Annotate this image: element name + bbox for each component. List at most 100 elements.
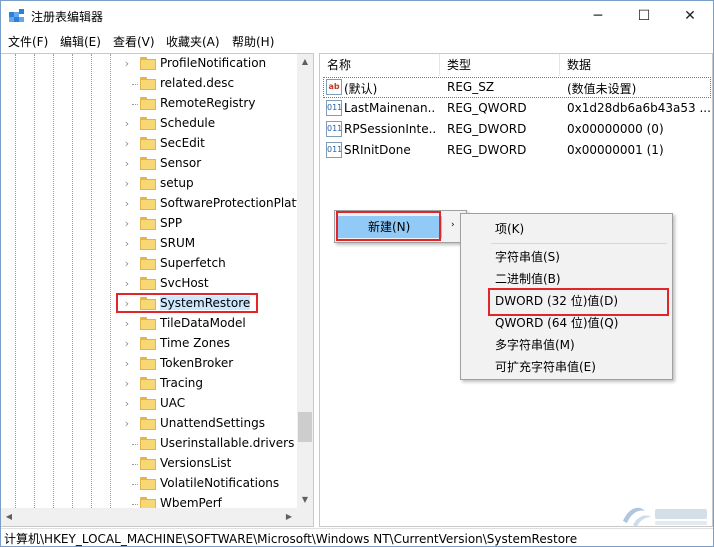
registry-app-icon [9,9,24,22]
folder-icon [140,217,156,230]
tree-item-label: VersionsList [160,456,232,470]
folder-icon [140,57,156,70]
binary-value-icon: 011 [326,121,342,137]
menu-help[interactable]: 帮助(H) [232,33,274,50]
tree-item[interactable]: › Schedule [1,114,297,134]
tree-item[interactable]: › Tracing [1,374,297,394]
folder-icon [140,477,156,490]
tree-item[interactable]: Userinstallable.drivers [1,434,297,454]
expand-chevron-icon[interactable]: › [122,277,132,291]
tree-item-label: SRUM [160,236,196,250]
tree-item[interactable]: › SRUM [1,234,297,254]
menu-bar: 文件(F) 编辑(E) 查看(V) 收藏夹(A) 帮助(H) [1,31,713,51]
expand-chevron-icon[interactable]: › [122,197,132,211]
value-name-cell: RPSessionInte... [344,122,436,136]
tree-connector-line [132,444,138,445]
folder-icon [140,377,156,390]
folder-icon [140,137,156,150]
value-name-cell: LastMainenan... [344,101,436,115]
tree-item[interactable]: › ProfileNotification [1,54,297,74]
status-bar: 计算机\HKEY_LOCAL_MACHINE\SOFTWARE\Microsof… [1,528,713,546]
tree-item[interactable]: RemoteRegistry [1,94,297,114]
menu-edit[interactable]: 编辑(E) [60,33,101,50]
menu-favorites[interactable]: 收藏夹(A) [166,33,220,50]
tree-item[interactable]: › TokenBroker [1,354,297,374]
submenu-item-multi-string[interactable]: 多字符串值(M) [461,334,672,356]
column-header-name[interactable]: 名称 [320,54,440,76]
tree-connector-line [132,484,138,485]
submenu-item-string[interactable]: 字符串值(S) [461,246,672,268]
expand-chevron-icon[interactable]: › [122,257,132,271]
tree-item[interactable]: › UnattendSettings [1,414,297,434]
scroll-thumb[interactable] [298,412,312,442]
expand-chevron-icon[interactable]: › [122,357,132,371]
folder-icon [140,397,156,410]
expand-chevron-icon[interactable]: › [122,217,132,231]
registry-editor-window: 注册表编辑器 ─ ☐ ✕ 文件(F) 编辑(E) 查看(V) 收藏夹(A) 帮助… [0,0,714,547]
expand-chevron-icon[interactable]: › [122,337,132,351]
scroll-up-arrow-icon[interactable]: ▲ [297,54,313,70]
expand-chevron-icon[interactable]: › [122,377,132,391]
value-row[interactable]: 011 SRInitDone REG_DWORD 0x00000001 (1) [320,140,712,161]
tree-item[interactable]: related.desc [1,74,297,94]
column-header-type[interactable]: 类型 [440,54,560,76]
menu-file[interactable]: 文件(F) [8,33,48,50]
scroll-left-arrow-icon[interactable]: ◀ [1,508,17,526]
expand-chevron-icon[interactable]: › [122,397,132,411]
tree-item[interactable]: › setup [1,174,297,194]
scroll-down-arrow-icon[interactable]: ▼ [297,492,313,508]
folder-icon [140,177,156,190]
tree-item[interactable]: › SecEdit [1,134,297,154]
menu-view[interactable]: 查看(V) [113,33,155,50]
folder-icon [140,157,156,170]
key-tree-pane[interactable]: › ProfileNotification related.desc RemoteRe… [1,53,314,527]
window-title: 注册表编辑器 [31,10,104,24]
tree-item[interactable]: VolatileNotifications [1,474,297,494]
binary-value-icon: 011 [326,100,342,116]
tree-item-label: TileDataModel [160,316,246,330]
close-button[interactable]: ✕ [667,1,713,31]
expand-chevron-icon[interactable]: › [122,237,132,251]
folder-icon [140,237,156,250]
tree-item[interactable]: › Superfetch [1,254,297,274]
tree-item-label: ProfileNotification [160,56,267,70]
tree-item[interactable]: › SPP [1,214,297,234]
tree-item[interactable]: › SoftwareProtectionPlatf [1,194,300,214]
new-item-highlight-box [336,211,441,241]
tree-item[interactable]: › SvcHost [1,274,297,294]
tree-item-label: VolatileNotifications [160,476,280,490]
expand-chevron-icon[interactable]: › [122,157,132,171]
submenu-item-expandable-string[interactable]: 可扩充字符串值(E) [461,356,672,378]
value-data-cell: 0x00000001 (1) [567,143,664,157]
scroll-right-arrow-icon[interactable]: ▶ [281,508,297,526]
tree-item-label: SvcHost [160,276,209,290]
tree-item[interactable]: › Sensor [1,154,297,174]
tree-horizontal-scrollbar[interactable]: ◀ ▶ [1,508,297,526]
minimize-button[interactable]: ─ [575,1,621,31]
tree-item[interactable]: › Time Zones [1,334,297,354]
tree-item-label: Sensor [160,156,202,170]
maximize-button[interactable]: ☐ [621,1,667,31]
submenu-item-key[interactable]: 项(K) [461,218,672,240]
value-row[interactable]: 011 LastMainenan... REG_QWORD 0x1d28db6a6b4… [320,98,712,119]
expand-chevron-icon[interactable]: › [122,57,132,71]
tree-item-label: Time Zones [160,336,230,350]
value-name-cell: (默认) [344,82,378,96]
expand-chevron-icon[interactable]: › [122,117,132,131]
systemrestore-highlight-box [116,293,258,313]
column-header-data[interactable]: 数据 [560,54,712,76]
tree-vertical-scrollbar[interactable]: ▲ ▼ [297,54,313,526]
title-bar[interactable]: 注册表编辑器 ─ ☐ ✕ [1,1,713,31]
expand-chevron-icon[interactable]: › [122,317,132,331]
tree-item[interactable]: › TileDataModel [1,314,297,334]
expand-chevron-icon[interactable]: › [122,177,132,191]
expand-chevron-icon[interactable]: › [122,417,132,431]
submenu-item-binary[interactable]: 二进制值(B) [461,268,672,290]
value-type-cell: REG_DWORD [447,122,527,136]
tree-item[interactable]: VersionsList [1,454,297,474]
tree-connector-line [132,464,138,465]
value-row[interactable]: ab (默认) REG_SZ (数值未设置) [320,77,712,98]
tree-item[interactable]: › UAC [1,394,297,414]
expand-chevron-icon[interactable]: › [122,137,132,151]
value-row[interactable]: 011 RPSessionInte... REG_DWORD 0x00000000 (… [320,119,712,140]
